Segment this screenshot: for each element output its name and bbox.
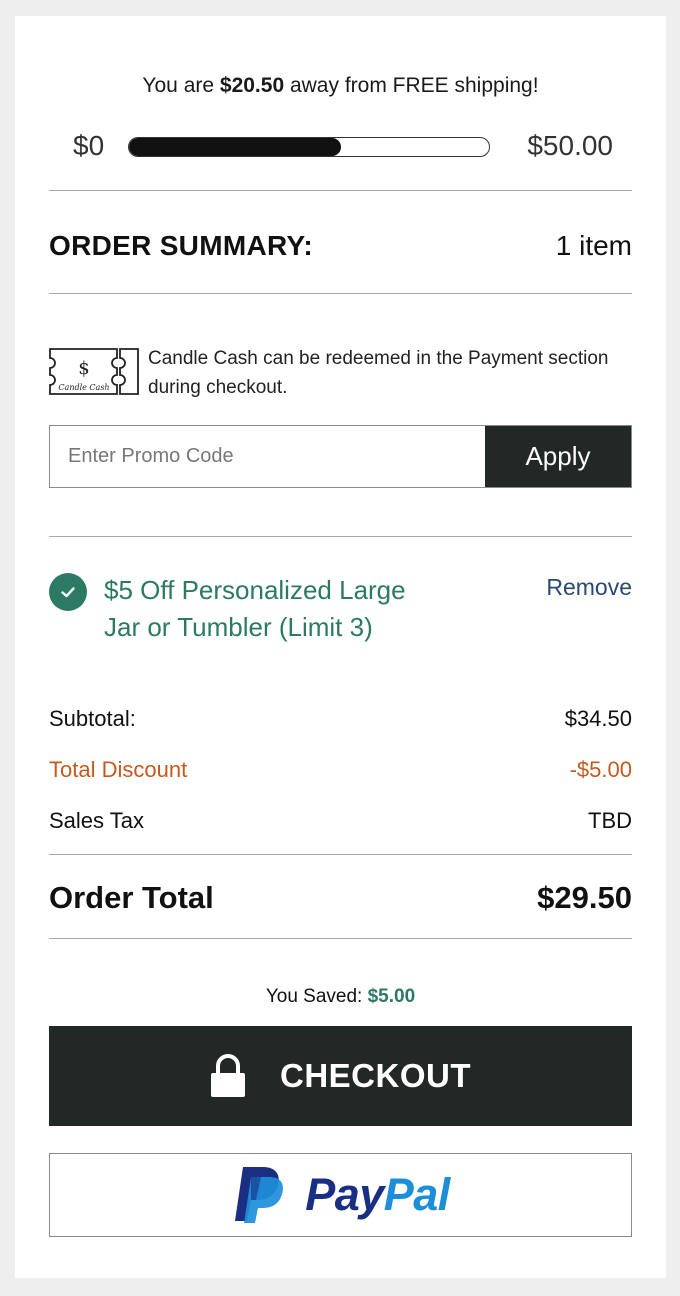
progress-start-label: $0 <box>73 130 105 161</box>
you-saved-value: $5.00 <box>367 986 416 1007</box>
order-summary-title: ORDER SUMMARY: <box>49 230 313 261</box>
divider <box>49 938 632 939</box>
progress-end-label: $50.00 <box>527 130 613 161</box>
remove-coupon-link[interactable]: Remove <box>546 574 632 601</box>
candle-cash-ticket-icon: $ Candle Cash <box>49 348 139 395</box>
divider <box>49 190 632 191</box>
divider <box>49 536 632 537</box>
candle-cash-message: Candle Cash can be redeemed in the Payme… <box>148 348 609 398</box>
progress-fill <box>129 138 342 156</box>
progress-track <box>128 137 490 157</box>
check-icon <box>49 573 87 611</box>
subtotal-label: Subtotal: <box>49 706 136 731</box>
you-saved-label: You Saved: <box>265 986 368 1007</box>
shipping-message-prefix: You are <box>142 74 220 97</box>
discount-label: Total Discount <box>49 757 188 782</box>
discount-value: -$5.00 <box>569 757 632 782</box>
order-summary-card: You are $20.50 away from FREE shipping! … <box>15 16 666 1278</box>
sales-tax-value: TBD <box>588 808 632 833</box>
you-saved-text: You Saved: $5.00 <box>15 986 666 1008</box>
divider <box>49 854 632 855</box>
promo-code-form: Apply <box>49 425 632 488</box>
item-count: 1 item <box>555 230 632 261</box>
checkout-button[interactable]: CHECKOUT <box>49 1026 632 1126</box>
paypal-button[interactable]: PayPal <box>49 1153 632 1237</box>
coupon-name: $5 Off Personalized Large Jar or Tumbler… <box>104 575 406 642</box>
free-shipping-message: You are $20.50 away from FREE shipping! <box>15 74 666 98</box>
ticket-symbol: $ <box>78 358 89 379</box>
paypal-word-pay: Pay <box>305 1169 384 1220</box>
promo-code-input[interactable] <box>50 426 486 487</box>
order-total-label: Order Total <box>49 880 214 915</box>
apply-promo-button[interactable]: Apply <box>485 426 631 487</box>
paypal-wordmark: PayPal <box>305 1169 450 1221</box>
paypal-logo-icon <box>235 1167 284 1223</box>
paypal-word-pal: Pal <box>383 1169 451 1220</box>
sales-tax-label: Sales Tax <box>49 808 144 833</box>
lock-icon <box>211 1054 245 1097</box>
applied-coupon: $5 Off Personalized Large Jar or Tumbler… <box>49 572 632 692</box>
checkout-label: CHECKOUT <box>280 1057 471 1094</box>
divider <box>49 293 632 294</box>
shipping-amount-away: $20.50 <box>219 74 285 97</box>
shipping-message-suffix: away from FREE shipping! <box>284 74 539 97</box>
subtotal-value: $34.50 <box>564 706 632 731</box>
shipping-progress: $0 $50.00 <box>73 128 613 168</box>
candle-cash-notice: $ Candle Cash Candle Cash can be redeeme… <box>49 344 632 404</box>
order-total-value: $29.50 <box>537 880 632 915</box>
ticket-text: Candle Cash <box>58 383 109 392</box>
